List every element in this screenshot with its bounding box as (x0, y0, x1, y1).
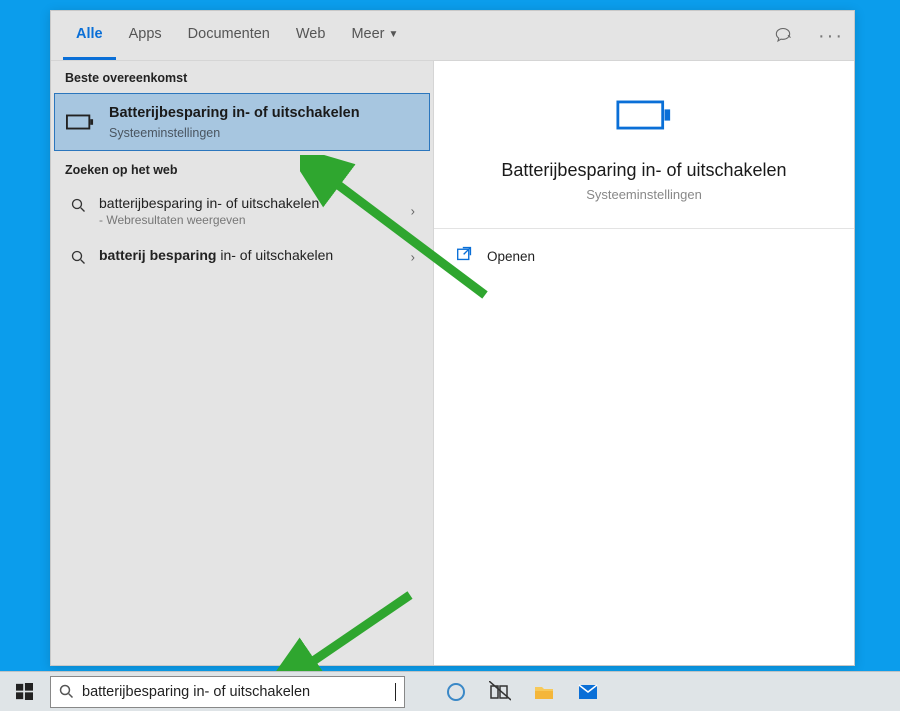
tab-all[interactable]: Alle (63, 11, 116, 60)
web-result-2[interactable]: batterij besparing in- of uitschakelen › (51, 237, 433, 277)
best-match-subtitle: Systeeminstellingen (109, 126, 360, 140)
search-icon (59, 684, 74, 699)
start-button[interactable] (0, 672, 48, 711)
preview-title: Batterijbesparing in- of uitschakelen (501, 160, 786, 181)
open-icon (456, 245, 473, 267)
battery-icon (65, 111, 95, 133)
search-tabs: Alle Apps Documenten Web Meer▼ (63, 11, 411, 60)
feedback-icon[interactable] (772, 25, 794, 47)
mail-icon[interactable] (577, 681, 599, 703)
web-search-heading: Zoeken op het web (51, 153, 433, 185)
file-explorer-icon[interactable] (533, 681, 555, 703)
chevron-right-icon: › (411, 203, 415, 218)
search-icon (69, 249, 87, 267)
tab-more[interactable]: Meer▼ (338, 11, 411, 60)
taskbar-search-box[interactable] (50, 676, 405, 708)
chevron-down-icon: ▼ (388, 29, 398, 40)
open-label: Openen (487, 249, 535, 264)
more-options-icon[interactable]: ··· (820, 25, 842, 47)
web-result-1[interactable]: batterijbesparing in- of uitschakelen - … (51, 185, 433, 237)
chevron-right-icon: › (411, 249, 415, 264)
taskbar (0, 671, 900, 711)
windows-search-popup: Alle Apps Documenten Web Meer▼ ··· Beste… (50, 10, 855, 666)
battery-icon (616, 97, 672, 138)
best-match-title: Batterijbesparing in- of uitschakelen (109, 104, 360, 123)
preview-panel: Batterijbesparing in- of uitschakelen Sy… (434, 61, 854, 665)
task-view-icon[interactable] (489, 681, 511, 703)
preview-subtitle: Systeeminstellingen (586, 187, 702, 202)
search-input[interactable] (82, 684, 387, 700)
search-results-panel: Beste overeenkomst Batterijbesparing in-… (51, 61, 434, 665)
search-header: Alle Apps Documenten Web Meer▼ ··· (51, 11, 854, 61)
best-match-heading: Beste overeenkomst (51, 61, 433, 93)
tab-web[interactable]: Web (283, 11, 339, 60)
tab-documents[interactable]: Documenten (175, 11, 283, 60)
text-caret (395, 683, 396, 701)
open-action[interactable]: Openen (434, 229, 854, 283)
best-match-result[interactable]: Batterijbesparing in- of uitschakelen Sy… (54, 93, 430, 151)
tab-apps[interactable]: Apps (116, 11, 175, 60)
cortana-icon[interactable] (445, 681, 467, 703)
search-icon (69, 197, 87, 215)
